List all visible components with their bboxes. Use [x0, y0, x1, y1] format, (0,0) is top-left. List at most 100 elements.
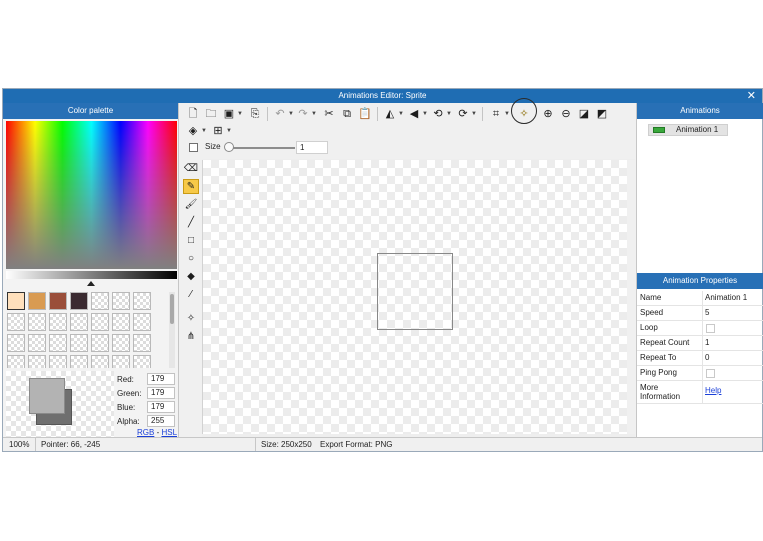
red-input[interactable]: 179 — [147, 373, 175, 385]
empty-swatch[interactable] — [7, 334, 25, 352]
grid-dropdown-chevron-down-icon[interactable]: ▼ — [226, 124, 232, 138]
status-divider — [255, 438, 256, 451]
close-icon[interactable]: ✕ — [747, 89, 756, 103]
loop-checkbox[interactable] — [706, 324, 715, 333]
repeat-count-value[interactable]: 1 — [702, 336, 762, 350]
empty-swatch[interactable] — [28, 334, 46, 352]
cut-icon[interactable]: ✂ — [322, 107, 336, 121]
animation-list-item[interactable]: Animation 1 — [648, 124, 728, 136]
empty-swatch[interactable] — [70, 313, 88, 331]
layers-icon[interactable]: ◈ — [186, 124, 200, 138]
empty-swatch[interactable] — [133, 355, 151, 368]
rotate-left-icon[interactable]: ⟲ — [431, 107, 445, 121]
size-slider-knob[interactable] — [224, 142, 234, 152]
fill-bucket-icon[interactable]: ◆ — [183, 269, 199, 284]
empty-swatch[interactable] — [91, 355, 109, 368]
new-file-icon[interactable]: 🗋 — [186, 107, 200, 121]
eyedropper-icon[interactable]: ⁄ — [183, 287, 199, 302]
crop-icon[interactable]: ⌗ — [489, 107, 503, 121]
empty-swatch[interactable] — [28, 313, 46, 331]
canvas-scrollbar[interactable] — [627, 160, 635, 434]
alpha-input[interactable]: 255 — [147, 415, 175, 427]
brush-icon[interactable]: 🖌 — [183, 197, 199, 212]
size-checkbox[interactable] — [189, 143, 198, 152]
grid-icon[interactable]: ⊞ — [211, 124, 225, 138]
blue-input[interactable]: 179 — [147, 401, 175, 413]
paste-icon[interactable]: 📋 — [358, 107, 372, 121]
line-icon[interactable]: ╱ — [183, 215, 199, 230]
empty-swatch[interactable] — [133, 334, 151, 352]
color-spectrum-picker[interactable] — [6, 121, 177, 269]
open-folder-icon[interactable]: 🗀 — [204, 107, 218, 121]
scrollbar-thumb[interactable] — [170, 294, 174, 324]
hsl-mode-link[interactable]: HSL — [161, 428, 177, 437]
ping-pong-checkbox[interactable] — [706, 369, 715, 378]
empty-swatch[interactable] — [49, 334, 67, 352]
name-value[interactable]: Animation 1 — [702, 291, 762, 305]
redo-dropdown-chevron-down-icon[interactable]: ▼ — [311, 107, 317, 121]
rotate-right-dropdown-chevron-down-icon[interactable]: ▼ — [471, 107, 477, 121]
empty-swatch[interactable] — [112, 334, 130, 352]
color-swatch[interactable] — [28, 292, 46, 310]
color-swatch[interactable] — [7, 292, 25, 310]
save-icon[interactable]: ▣ — [222, 107, 236, 121]
speed-value[interactable]: 5 — [702, 306, 762, 320]
pivot-icon[interactable]: ✧ — [183, 311, 199, 326]
fit-to-window-icon[interactable]: ◪ — [577, 107, 591, 121]
flip-horizontal-icon[interactable]: ◭ — [383, 107, 397, 121]
empty-swatch[interactable] — [7, 313, 25, 331]
redo-icon[interactable]: ↷ — [296, 107, 310, 121]
swatch-scrollbar[interactable] — [169, 292, 175, 368]
flip-v-dropdown-chevron-down-icon[interactable]: ▼ — [422, 107, 428, 121]
empty-swatch[interactable] — [112, 355, 130, 368]
empty-swatch[interactable] — [28, 355, 46, 368]
empty-swatch[interactable] — [112, 292, 130, 310]
layers-dropdown-chevron-down-icon[interactable]: ▼ — [201, 124, 207, 138]
pencil-icon[interactable]: ✎ — [183, 179, 199, 194]
size-input[interactable]: 1 — [296, 141, 328, 154]
size-label: Size — [205, 142, 221, 151]
green-input[interactable]: 179 — [147, 387, 175, 399]
zoom-in-icon[interactable]: ⊕ — [541, 107, 555, 121]
brightness-ramp[interactable] — [6, 271, 177, 279]
size-slider-track[interactable] — [225, 147, 295, 149]
rgb-mode-link[interactable]: RGB — [137, 428, 154, 437]
crop-dropdown-chevron-down-icon[interactable]: ▼ — [504, 107, 510, 121]
property-key: Loop — [640, 323, 658, 332]
animations-header: Animations — [637, 103, 763, 119]
empty-swatch[interactable] — [133, 292, 151, 310]
empty-swatch[interactable] — [91, 292, 109, 310]
primary-color-preview[interactable] — [29, 378, 65, 414]
ellipse-icon[interactable]: ○ — [183, 251, 199, 266]
color-swatch[interactable] — [49, 292, 67, 310]
eraser-icon[interactable]: ⌫ — [183, 161, 199, 176]
drawing-canvas[interactable] — [202, 160, 627, 434]
empty-swatch[interactable] — [133, 313, 151, 331]
export-icon[interactable]: ⎘ — [248, 107, 262, 121]
empty-swatch[interactable] — [70, 355, 88, 368]
brightness-marker-icon[interactable] — [87, 281, 95, 286]
empty-swatch[interactable] — [112, 313, 130, 331]
copy-icon[interactable]: ⧉ — [340, 107, 354, 121]
color-swatch[interactable] — [70, 292, 88, 310]
rotate-left-dropdown-chevron-down-icon[interactable]: ▼ — [446, 107, 452, 121]
help-link[interactable]: Help — [705, 386, 721, 395]
zoom-out-icon[interactable]: ⊖ — [559, 107, 573, 121]
empty-swatch[interactable] — [49, 355, 67, 368]
undo-dropdown-chevron-down-icon[interactable]: ▼ — [288, 107, 294, 121]
repeat-to-value[interactable]: 0 — [702, 351, 762, 365]
rectangle-icon[interactable]: □ — [183, 233, 199, 248]
empty-swatch[interactable] — [70, 334, 88, 352]
save-dropdown-chevron-down-icon[interactable]: ▼ — [237, 107, 243, 121]
optimize-icon[interactable]: ✧ — [517, 107, 531, 121]
rotate-right-icon[interactable]: ⟳ — [456, 107, 470, 121]
flip-h-dropdown-chevron-down-icon[interactable]: ▼ — [398, 107, 404, 121]
empty-swatch[interactable] — [91, 334, 109, 352]
empty-swatch[interactable] — [7, 355, 25, 368]
flip-vertical-icon[interactable]: ◀ — [407, 107, 421, 121]
anchor-points-icon[interactable]: ⋔ — [183, 329, 199, 344]
empty-swatch[interactable] — [49, 313, 67, 331]
undo-icon[interactable]: ↶ — [273, 107, 287, 121]
empty-swatch[interactable] — [91, 313, 109, 331]
actual-size-icon[interactable]: ◩ — [595, 107, 609, 121]
